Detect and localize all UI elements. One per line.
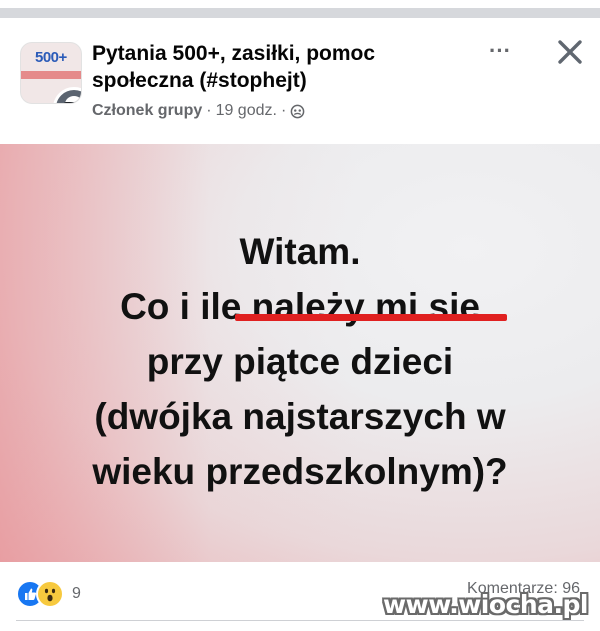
group-avatar[interactable]: 500+ [20,42,82,104]
post-header: 500+ Pytania 500+, zasiłki, pomoc społec… [0,20,600,144]
image-line-1: Witam. [239,231,361,272]
group-name-link[interactable]: Pytania 500+, zasiłki, pomoc społeczna (… [92,40,422,94]
image-line-3: przy piątce dzieci [146,341,454,382]
post-footer: 9 Komentarze: 96 www.wiocha.pl [0,562,600,631]
meta-separator-2: · [280,102,287,119]
group-name-line2: społeczna (#stophejt) [92,69,307,92]
post-meta: Członek grupy · 19 godz. · [92,102,305,120]
image-line-2: Co i ile należy mi sie [120,286,480,327]
reaction-count: 9 [72,585,81,602]
divider [0,8,600,18]
reactions-summary[interactable]: 9 [16,580,81,608]
image-line-4: (dwójka najstarszych w [94,396,506,437]
red-underline [235,314,507,321]
group-privacy-icon [290,104,305,118]
member-role: Członek grupy [92,102,203,119]
watermark: www.wiocha.pl [383,590,588,619]
glasses-shape [64,102,81,103]
top-strip [0,0,600,20]
close-icon[interactable] [552,34,588,70]
group-name-line1: Pytania 500+, zasiłki, pomoc [92,42,376,65]
image-text: Witam. Co i ile należy mi sie przy piątc… [0,224,600,499]
avatar-badge-text: 500+ [35,49,67,66]
user-avatar-icon [53,87,81,103]
meta-separator: · [206,102,212,119]
avatar-stripe [21,71,81,79]
more-options-button[interactable]: ··· [478,40,522,70]
image-line-5: wieku przedszkolnym)? [92,451,508,492]
post-time[interactable]: 19 godz. [216,102,277,120]
footer-divider [16,620,584,621]
wow-icon [36,580,64,608]
post-image[interactable]: Witam. Co i ile należy mi sie przy piątc… [0,144,600,562]
